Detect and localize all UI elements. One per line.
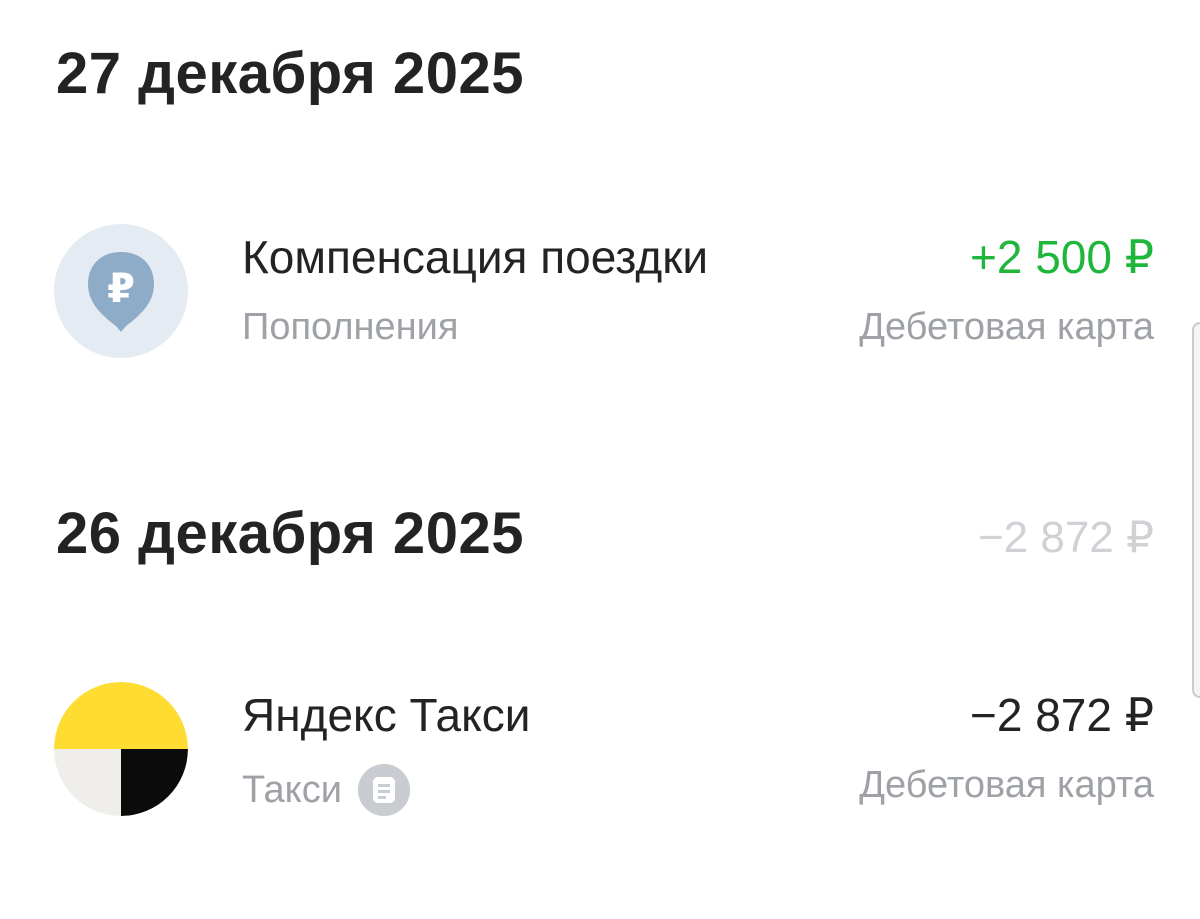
transaction-amount: −2 872 ₽ (969, 689, 1154, 741)
svg-text:₽: ₽ (107, 266, 135, 312)
date-header: 26 декабря 2025 (56, 501, 524, 566)
day-total: −2 872 ₽ (977, 513, 1154, 562)
transaction-category: Такси (242, 764, 410, 816)
transaction-title: Яндекс Такси (242, 689, 531, 741)
transaction-account: Дебетовая карта (859, 764, 1154, 806)
ruble-pin-icon: ₽ (54, 224, 188, 358)
category-label: Такси (242, 768, 342, 811)
date-header: 27 декабря 2025 (56, 41, 524, 106)
yandex-taxi-logo-icon (54, 682, 188, 816)
transaction-title: Компенсация поездки (242, 231, 709, 283)
transaction-row-yandex-taxi[interactable]: Яндекс Такси Такси −2 872 ₽ Дебетовая ка… (0, 682, 1200, 822)
transaction-category: Пополнения (242, 306, 458, 349)
transactions-feed: 27 декабря 2025 ₽ Компенсация поездки По… (0, 0, 1200, 919)
receipt-icon[interactable] (357, 764, 410, 816)
transaction-amount: +2 500 ₽ (969, 231, 1154, 283)
transaction-account: Дебетовая карта (859, 306, 1154, 348)
scrollbar[interactable] (1192, 322, 1200, 698)
transaction-row-compensation[interactable]: ₽ Компенсация поездки Пополнения +2 500 … (0, 224, 1200, 364)
category-label: Пополнения (242, 306, 459, 348)
